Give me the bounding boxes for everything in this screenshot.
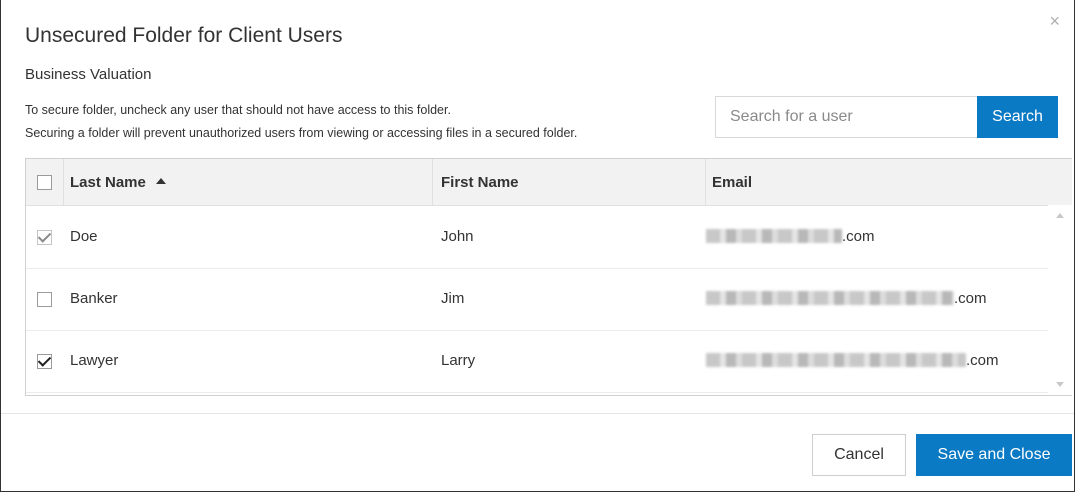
scroll-up-icon[interactable]: [1056, 213, 1064, 218]
table-row: Doe John .com: [26, 206, 1048, 269]
cell-email: .com: [706, 330, 999, 392]
secure-folder-dialog: × Unsecured Folder for Client Users Busi…: [0, 0, 1075, 492]
scroll-down-icon[interactable]: [1056, 382, 1064, 387]
cancel-button[interactable]: Cancel: [812, 434, 906, 476]
instructions-line-1: To secure folder, uncheck any user that …: [25, 103, 451, 117]
close-icon[interactable]: ×: [1049, 12, 1060, 30]
redacted-email: [706, 291, 954, 305]
email-suffix: .com: [966, 352, 999, 369]
cell-first-name: John: [441, 228, 474, 245]
column-header-last-name[interactable]: Last Name: [70, 159, 166, 205]
column-header-last-name-label: Last Name: [70, 174, 146, 191]
cell-last-name: Banker: [70, 290, 118, 307]
sort-ascending-icon: [155, 178, 166, 184]
column-header-email[interactable]: Email: [712, 159, 752, 205]
folder-name: Business Valuation: [25, 66, 152, 83]
cell-last-name: Doe: [70, 228, 98, 245]
dialog-title: Unsecured Folder for Client Users: [25, 24, 343, 47]
instructions: To secure folder, uncheck any user that …: [25, 99, 577, 145]
row-checkbox[interactable]: [37, 230, 52, 245]
select-all-checkbox[interactable]: [37, 175, 52, 190]
email-suffix: .com: [842, 228, 875, 245]
redacted-email: [706, 229, 842, 243]
footer-divider: [1, 413, 1074, 414]
cell-first-name: Larry: [441, 352, 476, 369]
redacted-email: [706, 353, 966, 367]
row-checkbox[interactable]: [37, 354, 52, 369]
users-table: Last Name First Name Email Doe John .com…: [25, 158, 1072, 396]
table-row: Lawyer Larry .com: [26, 330, 1048, 393]
row-checkbox[interactable]: [37, 292, 52, 307]
search-button[interactable]: Search: [977, 96, 1058, 138]
table-header: Last Name First Name Email: [26, 159, 1072, 206]
table-row: Banker Jim .com: [26, 268, 1048, 331]
table-scrollbar[interactable]: [1048, 205, 1072, 395]
cell-first-name: Jim: [441, 290, 465, 307]
cell-last-name: Lawyer: [70, 352, 119, 369]
cell-email: .com: [706, 206, 875, 268]
cell-email: .com: [706, 268, 987, 330]
instructions-line-2: Securing a folder will prevent unauthori…: [25, 126, 578, 140]
email-suffix: .com: [954, 290, 987, 307]
column-header-first-name[interactable]: First Name: [441, 159, 519, 205]
save-and-close-button[interactable]: Save and Close: [916, 434, 1072, 476]
search-input[interactable]: [715, 96, 977, 138]
